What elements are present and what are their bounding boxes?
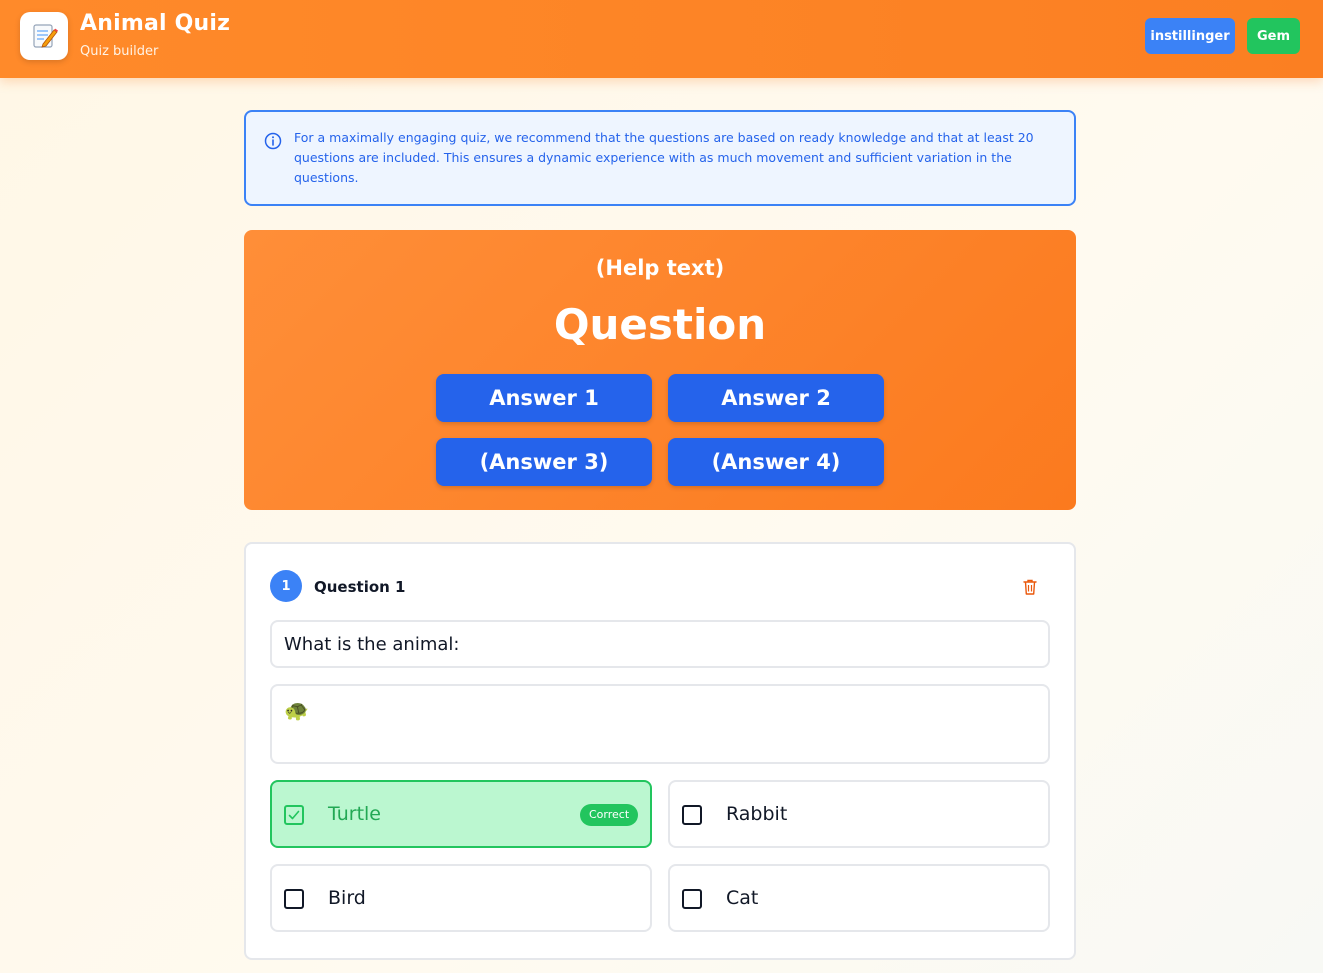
preview-help-text: (Help text) [595,256,725,280]
question-preview: (Help text) Question Answer 1 Answer 2 (… [244,230,1076,510]
info-circle-icon [264,132,282,150]
memo-pencil-icon [20,12,68,60]
save-button[interactable]: Gem [1247,18,1300,54]
question-label: Question 1 [314,578,406,596]
preview-question: Question [553,300,767,349]
question-text-input[interactable] [270,620,1050,668]
answer-option-2[interactable]: Rabbit [668,780,1050,848]
turtle-emoji: 🐢 [284,698,309,722]
check-icon [288,810,300,820]
info-banner: For a maximally engaging quiz, we recomm… [244,110,1076,206]
top-bar: Animal Quiz Quiz builder instillinger Ge… [0,0,1323,78]
checkbox[interactable] [284,889,304,909]
answer-option-label: Bird [328,887,366,909]
checkbox-checked[interactable] [284,805,304,825]
settings-button[interactable]: instillinger [1145,18,1235,54]
question-number-badge: 1 [270,570,302,602]
preview-answer-4[interactable]: (Answer 4) [668,438,884,486]
preview-answer-1[interactable]: Answer 1 [436,374,652,422]
trash-icon[interactable] [1022,578,1038,596]
question-card: 1 Question 1 🐢 Turtle Correct Rabbit Bir… [244,542,1076,960]
preview-answer-2[interactable]: Answer 2 [668,374,884,422]
checkbox[interactable] [682,889,702,909]
preview-answer-3[interactable]: (Answer 3) [436,438,652,486]
correct-badge: Correct [580,804,639,826]
emoji-input-area[interactable]: 🐢 [270,684,1050,764]
info-text: For a maximally engaging quiz, we recomm… [294,130,1034,185]
app-subtitle: Quiz builder [80,44,159,59]
app-title: Animal Quiz [80,11,231,36]
checkbox[interactable] [682,805,702,825]
answer-option-label: Cat [726,887,759,909]
answer-option-1[interactable]: Turtle Correct [270,780,652,848]
answer-option-4[interactable]: Cat [668,864,1050,932]
answer-option-3[interactable]: Bird [270,864,652,932]
answer-option-label: Rabbit [726,803,788,825]
answer-option-label: Turtle [328,803,381,825]
